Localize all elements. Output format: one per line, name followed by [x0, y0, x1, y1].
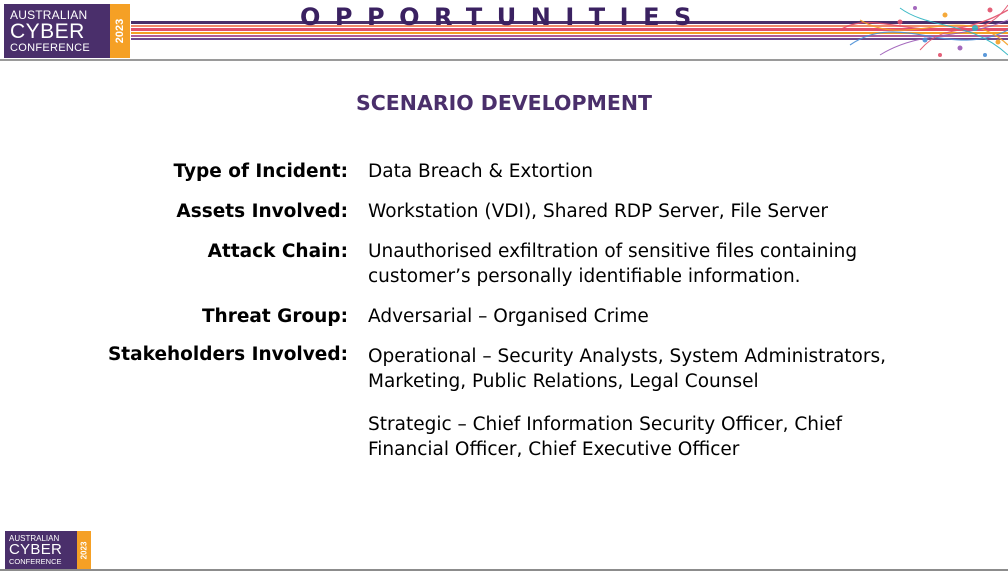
logo-line-2: CYBER	[10, 19, 85, 43]
slide-header: AUSTRALIAN CYBER CONFERENCE 2023 OPPORTU…	[0, 0, 1008, 62]
detail-value-line: Operational – Security Analysts, System …	[368, 346, 886, 367]
logo-year: 2023	[79, 541, 89, 559]
detail-value: Workstation (VDI), Shared RDP Server, Fi…	[368, 199, 988, 224]
detail-value-line: Data Breach & Extortion	[368, 161, 593, 182]
detail-value-line: Marketing, Public Relations, Legal Couns…	[368, 371, 759, 392]
header-divider	[0, 59, 1008, 61]
detail-value: Data Breach & Extortion	[368, 159, 988, 184]
footer-divider	[0, 569, 1008, 571]
logo-line-3: CONFERENCE	[10, 41, 91, 54]
detail-label: Assets Involved:	[176, 201, 348, 222]
detail-value-line: Unauthorised exfiltration of sensitive f…	[368, 241, 858, 262]
logo-line-2: CYBER	[9, 541, 63, 558]
detail-value-line: Workstation (VDI), Shared RDP Server, Fi…	[368, 201, 829, 222]
detail-value: Operational – Security Analysts, System …	[368, 344, 988, 394]
detail-value-line: Financial Officer, Chief Executive Offic…	[368, 439, 740, 460]
detail-value: Unauthorised exfiltration of sensitive f…	[368, 239, 988, 289]
header-title: OPPORTUNITIES	[300, 3, 706, 31]
footer-conference-logo: AUSTRALIAN CYBER CONFERENCE 2023	[4, 530, 92, 570]
detail-label: Attack Chain:	[207, 241, 348, 262]
detail-label: Threat Group:	[201, 306, 348, 327]
detail-value-strategic: Strategic – Chief Information Security O…	[368, 412, 988, 462]
section-heading: SCENARIO DEVELOPMENT	[355, 91, 653, 115]
logo-line-3: CONFERENCE	[9, 557, 62, 566]
detail-label: Stakeholders Involved:	[107, 344, 348, 365]
logo-year: 2023	[114, 18, 127, 44]
detail-value-line: Adversarial – Organised Crime	[368, 306, 649, 327]
detail-value-line: customer’s personally identifiable infor…	[368, 266, 801, 287]
conference-logo: AUSTRALIAN CYBER CONFERENCE 2023	[3, 3, 131, 59]
detail-value-line: Strategic – Chief Information Security O…	[368, 414, 843, 435]
detail-value: Adversarial – Organised Crime	[368, 304, 988, 329]
detail-label: Type of Incident:	[173, 161, 348, 182]
